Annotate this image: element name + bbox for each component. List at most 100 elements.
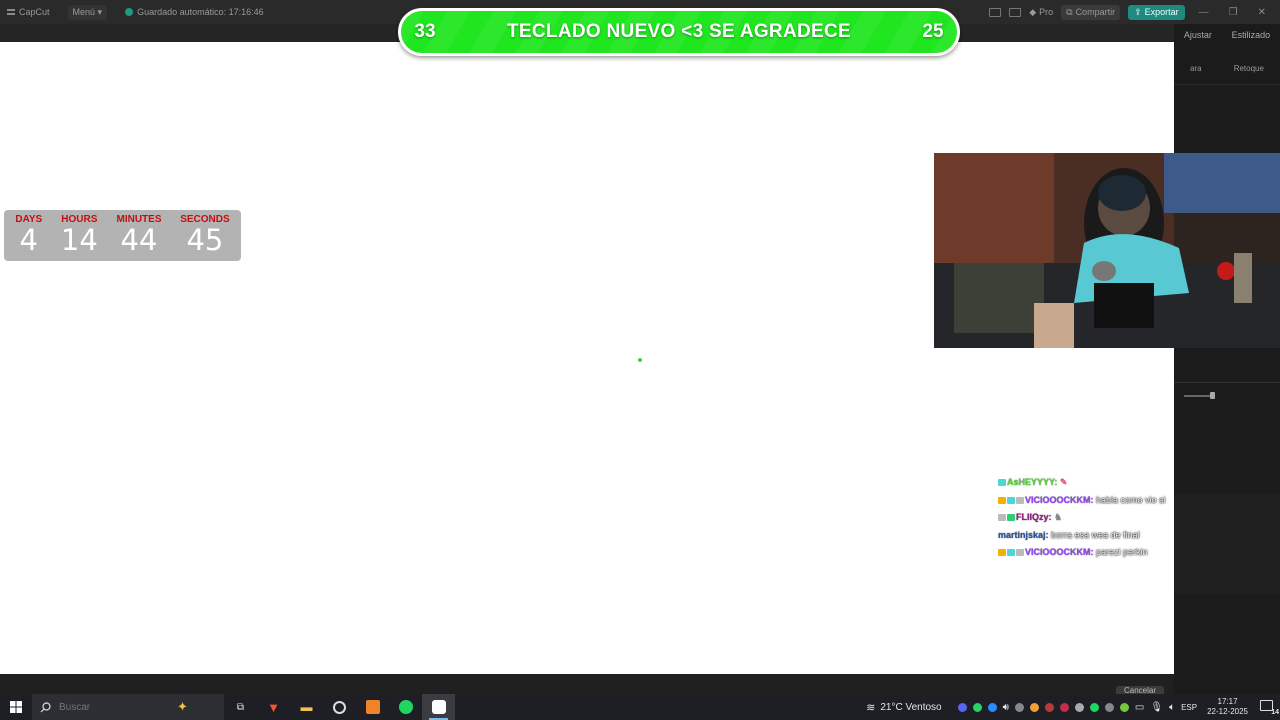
- nvidia-icon[interactable]: [1119, 702, 1129, 712]
- bluetooth-icon[interactable]: [987, 702, 997, 712]
- taskbar-app-explorer[interactable]: ▬: [290, 694, 323, 720]
- countdown-minutes: MINUTES 44: [117, 210, 162, 261]
- taskbar: ✦ ⧉ ▼ ▬ ≋ 21°C Ventoso 🔊︎ ▭ 🎙︎ 🔈︎ ESP 17…: [0, 694, 1280, 720]
- export-label: Exportar: [1144, 7, 1179, 17]
- subtab-retouch[interactable]: Retoque: [1234, 64, 1264, 73]
- layout-icon[interactable]: [989, 7, 1002, 17]
- chat-username: VICIOOOCKKM:: [1025, 494, 1094, 505]
- taskbar-app-launcher[interactable]: [356, 694, 389, 720]
- panel-divider: [1174, 84, 1280, 85]
- share-button[interactable]: ⧉ Compartir: [1061, 4, 1121, 20]
- tray-app-icon[interactable]: [1104, 702, 1114, 712]
- countdown-seconds: SECONDS 45: [180, 210, 229, 261]
- capcut-logo-icon: [7, 9, 15, 15]
- windows-icon: [10, 701, 22, 713]
- preview-canvas[interactable]: [0, 42, 1174, 674]
- tray-app-icon[interactable]: [1044, 702, 1054, 712]
- copilot-sparkle-icon: ✦: [177, 699, 188, 714]
- diamond-icon: ◆: [1029, 6, 1037, 17]
- tray-app-icon[interactable]: [1014, 702, 1024, 712]
- microphone-icon[interactable]: 🎙︎: [1150, 702, 1163, 713]
- search-icon: [40, 701, 51, 712]
- spotify-icon: [398, 700, 413, 714]
- app-logo-text: CapCut: [19, 7, 50, 17]
- notification-button[interactable]: 14: [1260, 700, 1279, 716]
- taskbar-app-brave[interactable]: ▼: [257, 694, 290, 720]
- pro-label: Pro: [1039, 7, 1054, 17]
- chat-message: VICIOOOCKKM: habla como vio si: [998, 492, 1174, 510]
- webcam-image: [934, 153, 1280, 348]
- weather-widget[interactable]: ≋ 21°C Ventoso: [866, 701, 941, 714]
- chat-badge-icon: [998, 479, 1006, 487]
- volume-icon[interactable]: 🔊︎: [1003, 702, 1009, 713]
- chat-text: habla como vio si: [1096, 494, 1166, 505]
- whatsapp-icon[interactable]: [972, 702, 982, 712]
- shortcuts-icon[interactable]: [1009, 7, 1022, 17]
- chat-badge-icon: [998, 514, 1006, 522]
- crown-badge-icon: [998, 496, 1006, 504]
- menu-button[interactable]: Menú ▾: [67, 4, 108, 20]
- taskbar-app-spotify[interactable]: [389, 694, 422, 720]
- tab-adjust[interactable]: Ajustar: [1184, 30, 1212, 40]
- system-tray: ≋ 21°C Ventoso 🔊︎ ▭ 🎙︎ 🔈︎ ESP 17:17 22-1…: [866, 694, 1280, 720]
- network-icon[interactable]: ▭: [1135, 702, 1144, 713]
- chat-badge-icon: [1007, 514, 1015, 522]
- brave-icon: ▼: [267, 699, 280, 715]
- taskbar-app-capcut[interactable]: [422, 694, 455, 720]
- export-button[interactable]: ⇪ Exportar: [1128, 4, 1185, 20]
- chat-text: parezi perkin: [1096, 547, 1148, 557]
- close-icon[interactable]: ✕: [1252, 7, 1272, 18]
- preview-footer: [0, 674, 1174, 694]
- share-icon: ⧉: [1066, 6, 1073, 17]
- launcher-icon: [365, 700, 380, 714]
- goal-banner: 33 TECLADO NUEVO <3 SE AGRADECE 25: [398, 8, 960, 56]
- tab-stylize[interactable]: Estilizado: [1232, 30, 1271, 40]
- chat-badge-icon: [1016, 496, 1024, 504]
- countdown-value: 44: [120, 223, 158, 257]
- chat-overlay: AsHEYYYY: ✎ VICIOOOCKKM: habla como vio …: [998, 474, 1174, 562]
- task-view-button[interactable]: ⧉: [224, 694, 257, 720]
- zoom-slider-track[interactable]: [1184, 395, 1212, 397]
- obs-icon: [333, 700, 346, 714]
- chat-badge-icon: [1007, 496, 1015, 504]
- panel-divider: [1174, 382, 1280, 383]
- capcut-icon: [431, 700, 446, 714]
- tray-app-icon[interactable]: [1029, 702, 1039, 712]
- maximize-icon[interactable]: ❐: [1223, 7, 1244, 18]
- export-icon: ⇪: [1134, 6, 1142, 17]
- minimize-icon[interactable]: —: [1193, 7, 1215, 18]
- chat-message: FLIIQzy: ♞: [998, 509, 1174, 527]
- countdown-timer: DAYS 4 HOURS 14 MINUTES 44 SECONDS 45: [4, 210, 241, 261]
- crown-badge-icon: [998, 549, 1006, 557]
- goal-right-count: 25: [922, 21, 944, 42]
- spotify-tray-icon[interactable]: [1089, 702, 1099, 712]
- discord-icon[interactable]: [957, 702, 967, 712]
- chat-message: VICIOOOCKKM: parezi perkin: [998, 544, 1174, 562]
- app-logo: CapCut: [6, 7, 50, 17]
- subtab-partial[interactable]: ara: [1190, 64, 1202, 73]
- zoom-slider-handle[interactable]: [1210, 392, 1215, 399]
- chat-message: martinjskaj: borra esa wea de final: [998, 527, 1174, 545]
- weather-text: 21°C Ventoso: [880, 701, 942, 713]
- speaker-icon[interactable]: 🔈︎: [1169, 702, 1175, 713]
- share-label: Compartir: [1075, 7, 1116, 17]
- countdown-value: 45: [186, 223, 224, 257]
- pro-button[interactable]: ◆ Pro: [1029, 7, 1053, 18]
- chat-text: borra esa wea de final: [1051, 529, 1140, 540]
- chat-badge-icon: [1007, 549, 1015, 557]
- tray-app-icon[interactable]: [1059, 702, 1069, 712]
- goal-left-count: 33: [414, 21, 436, 42]
- search-input[interactable]: [59, 701, 169, 713]
- taskbar-app-obs[interactable]: [323, 694, 356, 720]
- start-button[interactable]: [0, 694, 32, 720]
- chat-message: AsHEYYYY: ✎: [998, 474, 1174, 492]
- menu-label: Menú: [72, 6, 96, 17]
- countdown-value: 4: [19, 223, 38, 257]
- language-indicator[interactable]: ESP: [1181, 703, 1197, 712]
- chat-badge-icon: [1016, 549, 1024, 557]
- chat-username: FLIIQzy:: [1016, 512, 1052, 522]
- taskbar-search[interactable]: ✦: [32, 694, 224, 720]
- canvas-center-marker: [638, 358, 642, 362]
- steam-icon[interactable]: [1074, 702, 1084, 712]
- clock[interactable]: 17:17 22-12-2025: [1207, 697, 1248, 717]
